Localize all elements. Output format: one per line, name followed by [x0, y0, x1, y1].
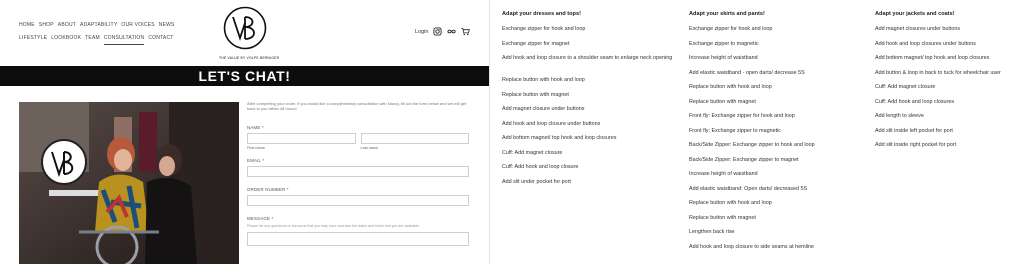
nav-news[interactable]: NEWS [159, 22, 175, 32]
list-item[interactable]: Add slit inside left pocket for port [875, 128, 1015, 139]
list-item[interactable]: Cuff: Add hook and loop closure [502, 164, 682, 175]
nav-about[interactable]: ABOUT [58, 22, 76, 32]
email-field[interactable] [247, 165, 469, 177]
header-tools: Login [415, 27, 471, 36]
list-item[interactable]: Replace button with magnet [689, 215, 869, 226]
nav-shop[interactable]: SHOP [39, 22, 54, 32]
list-item[interactable]: Exchange zipper for hook and loop [502, 26, 682, 37]
nav-row-1: HOME SHOP ABOUT ADAPTABILITY OUR VOICES … [19, 22, 199, 32]
nav-lifestyle[interactable]: LIFESTYLE [19, 35, 47, 45]
nav-row-2: LIFESTYLE LOOKBOOK TEAM CONSULTATION CON… [19, 35, 199, 45]
list-item[interactable]: Add hook and loop closure under buttons [502, 121, 682, 132]
name-row: First name Last name [247, 132, 469, 150]
nav-consultation[interactable]: CONSULTATION [103, 35, 145, 45]
list-item[interactable]: Increase height of waistband [689, 55, 869, 66]
list-item[interactable]: Back/Side Zipper: Exchange zipper to mag… [689, 157, 869, 168]
list-item[interactable]: Add length to sleeve [875, 113, 1015, 124]
logo-mark-icon [223, 6, 267, 50]
photo-image [19, 102, 239, 264]
list-item[interactable]: Cuff: Add magnet closure [502, 150, 682, 161]
nav-contact[interactable]: CONTACT [148, 35, 173, 45]
list-item[interactable]: Add hook and loop closure to a shoulder … [502, 55, 682, 73]
message-textarea[interactable] [247, 231, 469, 246]
message-help: Please list any questions or concerns th… [247, 223, 420, 228]
first-name-sublabel: First name [247, 145, 265, 150]
list-item[interactable]: Add bottom magnet/ top hook and loop clo… [875, 55, 1015, 66]
list-item[interactable]: Add slit inside right pocket for port [875, 142, 1015, 153]
list-title: Adapt your dresses and tops! [502, 11, 581, 17]
jackets-coats-list: Adapt your jackets and coats! Add magnet… [875, 11, 1015, 153]
nav-adaptability[interactable]: ADAPTABILITY [80, 22, 117, 32]
last-name-input[interactable] [360, 132, 469, 144]
list-item[interactable]: Add hook and loop closure to side seams … [689, 244, 869, 255]
nav-lookbook[interactable]: LOOKBOOK [51, 35, 81, 45]
last-name-sublabel: Last name [360, 145, 379, 150]
panel-divider [489, 0, 490, 264]
consultation-section: After completing your order, if you woul… [0, 86, 489, 264]
consultation-photo [19, 102, 239, 264]
name-label: NAME * [247, 124, 264, 130]
list-item[interactable]: Replace button with magnet [502, 92, 682, 103]
list-item[interactable]: Front fly: Exchange zipper to magnetic [689, 128, 869, 139]
list-item[interactable]: Exchange zipper for magnet [502, 41, 682, 52]
list-item[interactable]: Add magnet closure under buttons [502, 106, 682, 117]
list-item[interactable]: Replace button with magnet [689, 99, 869, 110]
infinity-icon[interactable] [447, 27, 457, 36]
list-item[interactable]: Exchange zipper for hook and loop [689, 26, 869, 37]
list-item[interactable]: Cuff: Add hook and loop closures [875, 99, 1015, 110]
nav-home[interactable]: HOME [19, 22, 35, 32]
list-item[interactable]: Add button & loop in back to tuck for wh… [875, 70, 1015, 81]
first-name-input[interactable] [247, 132, 356, 144]
list-item[interactable]: Cuff: Add magnet closure [875, 84, 1015, 95]
instagram-icon[interactable] [433, 27, 443, 36]
list-item[interactable]: Add hook and loop closures under buttons [875, 41, 1015, 52]
order-number-label: ORDER NUMBER * [247, 186, 289, 192]
cart-icon[interactable] [461, 27, 471, 36]
nav-team[interactable]: TEAM [85, 35, 100, 45]
list-title: Adapt your skirts and pants! [689, 11, 765, 17]
last-name-col: Last name [360, 132, 469, 150]
list-item[interactable]: Replace button with hook and loop [502, 77, 682, 88]
logo-caption: THE VALUE BY VOLPE BERNIGER [219, 56, 280, 60]
dresses-tops-list: Adapt your dresses and tops! Exchange zi… [502, 11, 682, 189]
message-label: MESSAGE * [247, 215, 274, 221]
list-item[interactable]: Front fly: Exchange zipper for hook and … [689, 113, 869, 124]
first-name-col: First name [247, 132, 356, 150]
list-item[interactable]: Lengthen back rise [689, 229, 869, 240]
nav-our-voices[interactable]: OUR VOICES [121, 22, 154, 32]
list-title: Adapt your jackets and coats! [875, 11, 955, 17]
list-item[interactable]: Add magnet closures under buttons [875, 26, 1015, 37]
skirts-pants-list: Adapt your skirts and pants! Exchange zi… [689, 11, 869, 254]
list-item[interactable]: Exchange zipper to magnetic [689, 41, 869, 52]
form-intro: After completing your order, if you woul… [247, 101, 467, 112]
list-item[interactable]: Add bottom magnet/ top hook and loop clo… [502, 135, 682, 146]
list-item[interactable]: Add slit under pocket for port [502, 179, 682, 190]
list-item[interactable]: Add elastic waistband: Open darts/ decre… [689, 186, 869, 197]
list-item[interactable]: Replace button with hook and loop [689, 84, 869, 95]
order-number-field[interactable] [247, 194, 469, 206]
list-item[interactable]: Increase height of waistband [689, 171, 869, 182]
brand-logo[interactable]: THE VALUE BY VOLPE BERNIGER [219, 6, 280, 64]
main-nav: HOME SHOP ABOUT ADAPTABILITY OUR VOICES … [19, 22, 199, 48]
consultation-form: After completing your order, if you woul… [247, 101, 469, 246]
list-item[interactable]: Add elastic waistband - open darts/ decr… [689, 70, 869, 81]
list-item[interactable]: Replace button with hook and loop [689, 200, 869, 211]
list-item[interactable]: Back/Side Zipper: Exchange zipper to hoo… [689, 142, 869, 153]
lets-chat-banner: LET'S CHAT! [0, 66, 489, 86]
website-screenshot: HOME SHOP ABOUT ADAPTABILITY OUR VOICES … [0, 0, 489, 264]
email-label: EMAIL * [247, 157, 265, 163]
login-link[interactable]: Login [415, 29, 428, 35]
